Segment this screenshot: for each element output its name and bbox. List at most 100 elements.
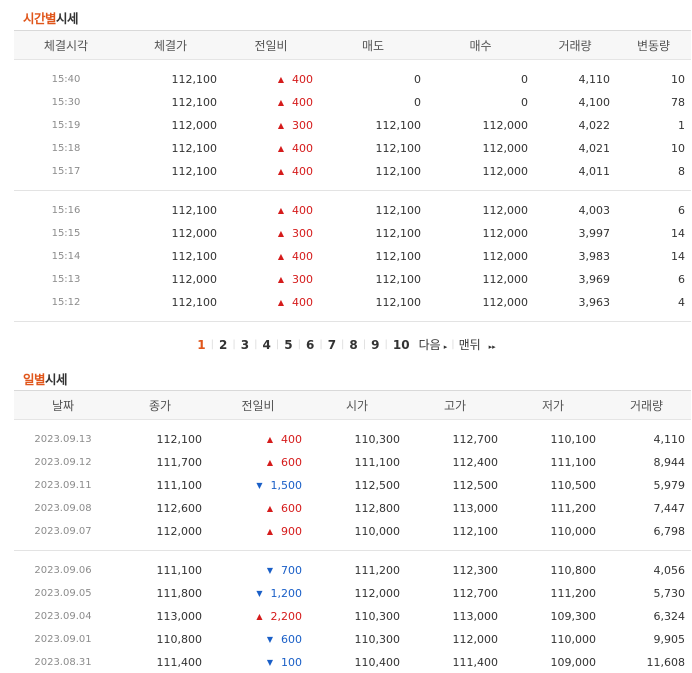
change-arrow-icon: ▲ [266, 458, 273, 467]
next-page-label: 다음 [418, 338, 441, 352]
time-cell: 15:19 [51, 119, 81, 131]
table-row: 2023.09.13 112,100 ▲ 400 110,300 112,700 110,1… [14, 428, 691, 451]
daily-table-header-row: 날짜 종가 전일비 시가 고가 저가 거래량 [14, 390, 691, 420]
change-cell: ▲ 2,200 [208, 605, 308, 628]
volume-cell: 4,011 [578, 164, 611, 178]
open-cell: 110,000 [354, 524, 401, 538]
change-amount: 400 [292, 73, 313, 86]
separator-cell [534, 313, 616, 322]
volume-cell: 5,979 [653, 478, 686, 492]
date-cell: 2023.09.12 [34, 456, 92, 468]
open-cell: 111,100 [354, 455, 401, 469]
change-cell: ▲ 400 [223, 291, 319, 314]
volume-cell: 3,969 [578, 272, 611, 286]
table-row: 15:12 112,100 ▲ 400 112,100 112,000 3,963 4 [14, 291, 691, 314]
header-bid: 매수 [427, 30, 534, 60]
change-amount: 300 [292, 227, 313, 240]
separator-cell [406, 543, 504, 559]
table-row: 15:40 112,100 ▲ 400 0 0 4,110 10 [14, 68, 691, 91]
change-arrow-icon: ▲ [277, 121, 284, 130]
change-amount: 400 [292, 142, 313, 155]
change-amount: 600 [281, 456, 302, 469]
change-cell: ▲ 400 [223, 137, 319, 160]
change-amount: 400 [281, 433, 302, 446]
date-cell: 2023.09.05 [34, 587, 92, 599]
price-cell: 112,000 [171, 118, 218, 132]
date-cell: 2023.08.31 [34, 656, 92, 668]
close-cell: 113,000 [156, 609, 203, 623]
change-arrow-icon: ▲ [277, 167, 284, 176]
high-cell: 112,000 [452, 632, 499, 646]
ask-cell: 112,100 [375, 118, 422, 132]
row-separator [14, 313, 691, 322]
page-link-8[interactable]: 8 [344, 338, 362, 352]
close-cell: 112,600 [156, 501, 203, 515]
next-page-link[interactable]: 다음 ▸ [415, 336, 452, 353]
separator-cell [308, 420, 406, 428]
high-cell: 113,000 [452, 501, 499, 515]
page-link-10[interactable]: 10 [388, 338, 415, 352]
change-cell: ▲ 400 [223, 68, 319, 91]
last-page-label: 맨뒤 [458, 338, 481, 352]
change-cell: ▲ 300 [223, 114, 319, 137]
open-cell: 110,300 [354, 609, 401, 623]
close-cell: 111,800 [156, 586, 203, 600]
page-link-5[interactable]: 5 [279, 338, 297, 352]
header-ask: 매도 [319, 30, 427, 60]
daily-section-title: 일별시세 [23, 369, 68, 388]
delta-cell: 78 [671, 95, 685, 109]
low-cell: 111,200 [550, 501, 597, 515]
change-arrow-icon: ▼ [266, 658, 273, 667]
volume-cell: 11,608 [646, 655, 686, 669]
open-cell: 110,300 [354, 632, 401, 646]
table-row: 15:30 112,100 ▲ 400 0 0 4,100 78 [14, 91, 691, 114]
bid-cell: 112,000 [482, 272, 529, 286]
page-link-4[interactable]: 4 [257, 338, 275, 352]
page-link-6[interactable]: 6 [301, 338, 319, 352]
change-value: ▲ 300 [278, 119, 313, 132]
date-cell: 2023.09.07 [34, 525, 92, 537]
page-link-1[interactable]: 1 [192, 338, 210, 352]
volume-cell: 5,730 [653, 586, 686, 600]
separator-cell [223, 60, 319, 68]
table-row: 15:18 112,100 ▲ 400 112,100 112,000 4,021 10 [14, 137, 691, 160]
time-cell: 15:17 [51, 165, 81, 177]
bid-cell: 112,000 [482, 295, 529, 309]
volume-cell: 3,983 [578, 249, 611, 263]
delta-cell: 10 [671, 141, 685, 155]
time-section-title-accent: 시간별 [23, 11, 57, 26]
change-cell: ▼ 100 [208, 651, 308, 673]
page-link-2[interactable]: 2 [214, 338, 232, 352]
time-section-title-rest: 시세 [56, 11, 79, 26]
change-value: ▲ 400 [278, 142, 313, 155]
separator-cell [427, 183, 534, 199]
last-page-link[interactable]: 맨뒤 ▸▸ [455, 336, 500, 353]
change-amount: 300 [292, 273, 313, 286]
high-cell: 112,300 [452, 563, 499, 577]
separator-cell [616, 183, 691, 199]
page-link-3[interactable]: 3 [236, 338, 254, 352]
low-cell: 110,000 [550, 524, 597, 538]
time-cell: 15:13 [51, 273, 81, 285]
daily-table-body: 2023.09.13 112,100 ▲ 400 110,300 112,700 110,1… [14, 420, 691, 673]
bid-cell: 112,000 [482, 226, 529, 240]
change-cell: ▲ 400 [223, 245, 319, 268]
change-amount: 600 [281, 502, 302, 515]
page-link-9[interactable]: 9 [366, 338, 384, 352]
change-amount: 2,200 [270, 610, 303, 623]
high-cell: 112,500 [452, 478, 499, 492]
separator-cell [602, 543, 691, 559]
daily-section-title-accent: 일별 [23, 372, 46, 387]
header-close: 종가 [112, 390, 208, 420]
open-cell: 111,200 [354, 563, 401, 577]
change-arrow-icon: ▲ [277, 229, 284, 238]
time-cell: 15:14 [51, 250, 81, 262]
change-value: ▲ 400 [278, 204, 313, 217]
volume-cell: 7,447 [653, 501, 686, 515]
change-arrow-icon: ▲ [266, 504, 273, 513]
price-cell: 112,100 [171, 295, 218, 309]
volume-cell: 9,905 [653, 632, 686, 646]
page-link-7[interactable]: 7 [323, 338, 341, 352]
change-arrow-icon: ▲ [277, 298, 284, 307]
time-section-title: 시간별시세 [23, 8, 79, 27]
